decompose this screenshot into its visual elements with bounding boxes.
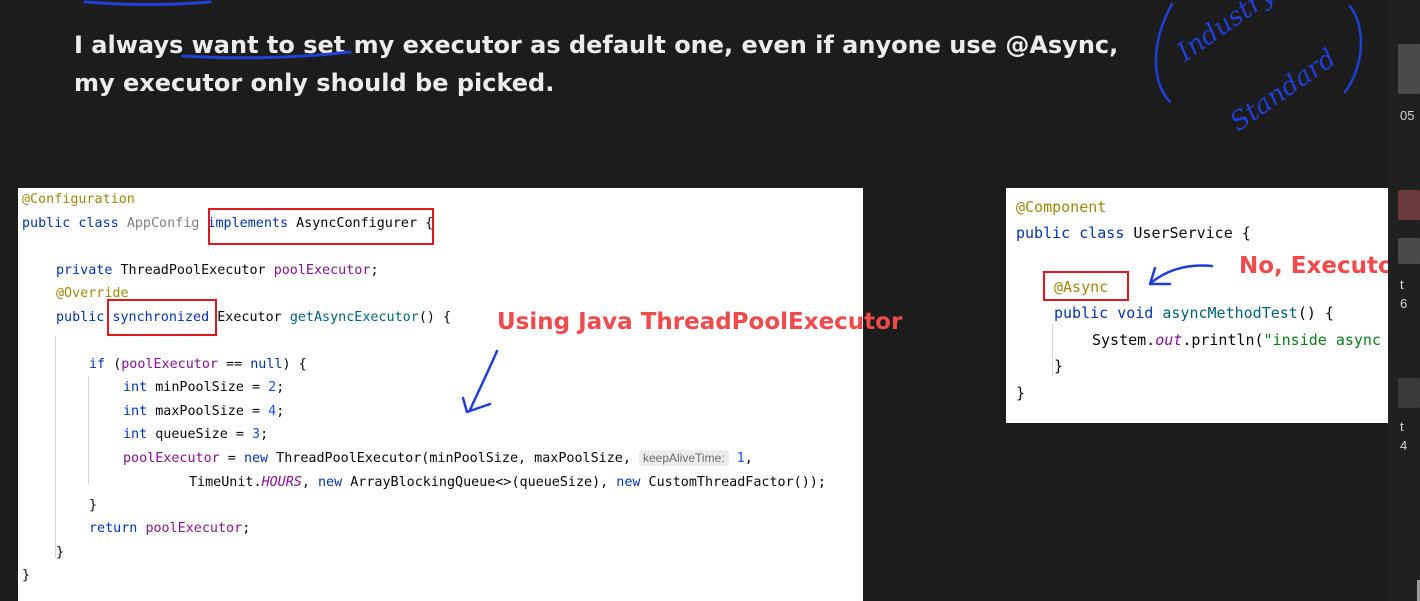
bracket-right	[1343, 4, 1363, 94]
handwriting-industry: Industry	[1171, 0, 1280, 68]
ink-annotations: Industry Standard	[83, 0, 1363, 414]
bracket-left	[1154, 2, 1174, 104]
arrow-head	[461, 396, 492, 414]
async-arrow-shaft	[1150, 264, 1214, 284]
top-scribble	[83, 0, 212, 6]
handwriting-standard: Standard	[1225, 43, 1342, 137]
underline-stroke	[181, 50, 352, 60]
arrow-shaft	[468, 349, 499, 412]
